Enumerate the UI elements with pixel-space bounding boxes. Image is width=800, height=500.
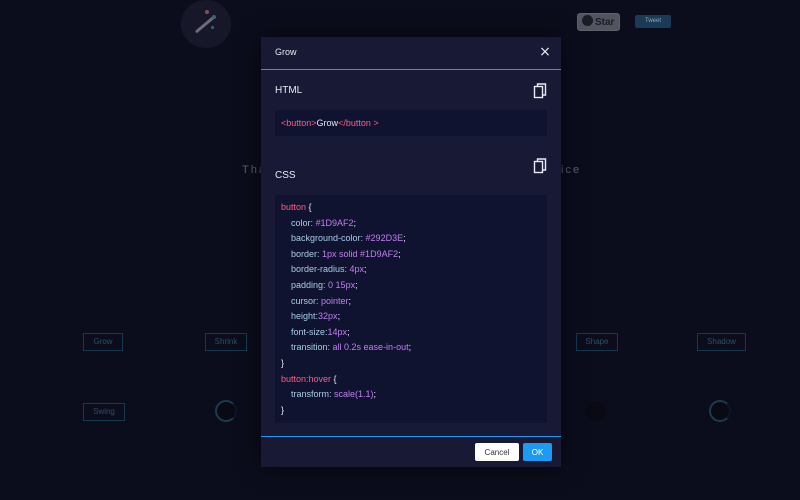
- css-code-token: ;: [408, 342, 412, 353]
- code-modal: Grow × HTML <button>Grow</button > CSS b…: [261, 37, 561, 467]
- demo-swing-button[interactable]: Swing: [83, 403, 125, 421]
- css-section-label: CSS: [275, 170, 296, 181]
- css-code-line: color: #1D9AF2;: [281, 218, 356, 228]
- css-code-token: ;: [347, 326, 350, 337]
- css-code-token: all 0.2s ease-in-out: [332, 342, 409, 353]
- css-code-line: font-size:14px;: [281, 327, 350, 337]
- modal-footer: Cancel OK: [261, 436, 561, 468]
- css-code-token: background-color:: [281, 233, 366, 244]
- css-code-line: transition: all 0.2s ease-in-out;: [281, 342, 411, 352]
- css-code-token: }: [281, 358, 285, 368]
- css-code-token: #1D9AF2: [315, 217, 354, 228]
- css-code-token: cursor:: [281, 295, 322, 306]
- css-code-token: transition:: [281, 342, 333, 353]
- css-code-token: font-size:: [281, 326, 328, 337]
- css-code-token: ;: [398, 248, 401, 259]
- css-code-line: height:32px;: [281, 311, 340, 321]
- css-code-line: border-radius: 4px;: [281, 264, 367, 274]
- css-code-token: pointer: [321, 295, 349, 306]
- css-code-token: button:hover: [281, 373, 332, 384]
- css-code-token: transform:: [281, 389, 335, 400]
- demo-shadow-button[interactable]: Shadow: [697, 333, 746, 351]
- demo-shape-button[interactable]: Shape: [576, 333, 618, 351]
- css-code-token: ;: [353, 217, 357, 228]
- cancel-button[interactable]: Cancel: [475, 443, 519, 461]
- tweet-label: Tweet: [644, 18, 661, 24]
- css-code-token: {: [306, 202, 312, 212]
- close-icon[interactable]: ×: [537, 44, 553, 60]
- css-code-line: padding: 0 15px;: [281, 280, 358, 290]
- css-code-token: 1px solid #1D9AF2: [322, 248, 399, 259]
- css-code-token: 32px: [318, 311, 338, 322]
- css-code-block: button { color: #1D9AF2; background-colo…: [275, 195, 547, 423]
- html-open-tag: <button>: [281, 118, 317, 128]
- html-code-line: <button>Grow</button >: [281, 118, 379, 128]
- css-code-token: button: [281, 202, 307, 212]
- css-code-token: scale(1.1): [334, 389, 374, 400]
- css-code-token: color:: [281, 217, 316, 228]
- css-code-line: transform: scale(1.1);: [281, 389, 376, 399]
- css-code-line: }: [281, 358, 284, 368]
- css-code-token: }: [281, 404, 285, 415]
- css-code-token: ;: [355, 280, 358, 290]
- css-code-token: padding:: [281, 280, 329, 290]
- css-code-token: 0 15px: [328, 280, 356, 290]
- css-code-line: border: 1px solid #1D9AF2;: [281, 249, 401, 259]
- css-code-line: button:hover {: [281, 374, 337, 384]
- html-inner-text: Grow: [316, 118, 339, 128]
- css-code-token: ;: [373, 389, 377, 400]
- magic-wand-logo-icon: [181, 0, 231, 48]
- tagline-right-fragment: ice: [561, 164, 582, 176]
- demo-shrink-button[interactable]: Shrink: [205, 333, 247, 351]
- copy-html-icon[interactable]: [533, 83, 547, 99]
- css-code-token: ;: [337, 311, 341, 322]
- css-code-token: border:: [281, 248, 323, 259]
- github-star-button[interactable]: Star: [577, 13, 620, 31]
- ok-button[interactable]: OK: [523, 443, 552, 461]
- css-code-token: border-radius:: [281, 264, 350, 275]
- modal-title: Grow: [275, 47, 297, 57]
- css-code-token: #292D3E: [365, 233, 404, 244]
- demo-circle-spinner-right[interactable]: [709, 400, 731, 422]
- demo-circle-spinner[interactable]: [215, 400, 237, 422]
- css-code-token: ;: [348, 295, 352, 306]
- demo-grow-button[interactable]: Grow: [83, 333, 123, 351]
- html-close-tag: </button >: [338, 118, 379, 128]
- css-code-token: ;: [364, 264, 367, 275]
- css-code-token: height:: [281, 311, 319, 322]
- css-code-token: ;: [403, 233, 406, 244]
- tweet-button[interactable]: Tweet: [635, 15, 671, 28]
- github-star-label: Star: [595, 17, 615, 28]
- github-icon: [582, 15, 593, 26]
- html-section-label: HTML: [275, 85, 303, 96]
- css-code-token: 4px: [349, 264, 365, 275]
- css-code-token: {: [331, 373, 337, 384]
- modal-header: Grow ×: [261, 37, 561, 70]
- demo-circle[interactable]: [586, 401, 606, 421]
- html-code-block: <button>Grow</button >: [275, 110, 547, 136]
- css-code-line: background-color: #292D3E;: [281, 233, 406, 243]
- css-code-line: cursor: pointer;: [281, 296, 351, 306]
- css-code-line: button {: [281, 202, 312, 212]
- copy-css-icon[interactable]: [533, 158, 547, 174]
- css-code-line: }: [281, 405, 284, 415]
- page: Star Tweet Tha ice Grow Shrink Shape Sha…: [0, 0, 800, 500]
- css-code-token: 14px: [327, 326, 348, 337]
